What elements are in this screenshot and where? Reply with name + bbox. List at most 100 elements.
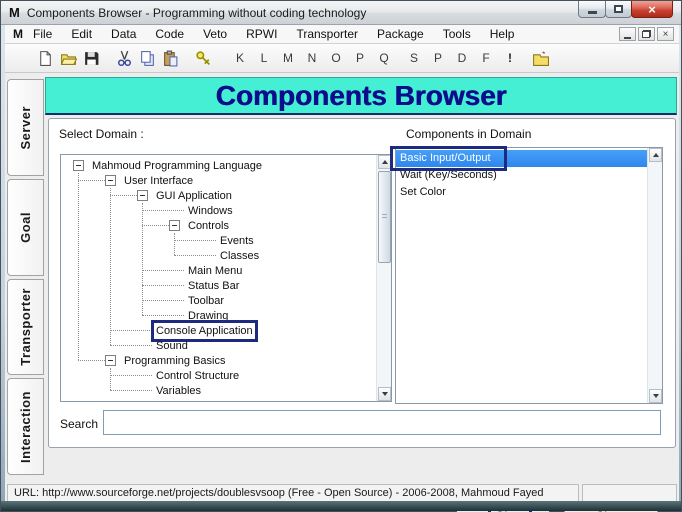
folder-icon[interactable] (532, 50, 549, 67)
tree-item[interactable]: Control Structure (61, 368, 376, 383)
components-list[interactable]: Basic Input/Output Wait (Key/Seconds) Se… (395, 147, 663, 404)
sidebar-tab-transporter[interactable]: Transporter (7, 279, 44, 376)
sidebar-tab-goal[interactable]: Goal (7, 179, 44, 276)
scroll-down-button[interactable] (378, 387, 391, 401)
paste-icon[interactable] (162, 50, 179, 67)
sidebar-tab-server-label: Server (18, 106, 33, 149)
tree-item[interactable]: Controls (61, 218, 376, 233)
toolbar-letter-q[interactable]: Q (372, 51, 396, 65)
toolbar-letter-p[interactable]: P (348, 51, 372, 65)
tree-item[interactable]: Sound (61, 338, 376, 353)
list-item-wait[interactable]: Wait (Key/Seconds) (396, 167, 647, 184)
toolbar-letter-f[interactable]: F (474, 51, 498, 65)
tree-collapse-icon[interactable] (169, 220, 180, 231)
sidebar-tab-interaction[interactable]: Interaction (7, 378, 44, 475)
maximize-button[interactable] (605, 1, 632, 18)
browser-panel: Select Domain : Components in Domain Mah… (48, 118, 676, 448)
key-icon[interactable] (195, 50, 212, 67)
tree-item-label: Status Bar (188, 280, 239, 292)
toolbar-exclamation[interactable]: ! (498, 51, 522, 65)
scroll-down-button[interactable] (649, 389, 662, 403)
list-scrollbar[interactable] (647, 148, 662, 403)
menu-transporter[interactable]: Transporter (296, 27, 358, 41)
tree-item[interactable]: GUI Application (61, 188, 376, 203)
toolbar-letter-d[interactable]: D (450, 51, 474, 65)
tree-item[interactable]: User Interface (61, 173, 376, 188)
toolbar-letter-k[interactable]: K (228, 51, 252, 65)
components-in-domain-label: Components in Domain (406, 127, 531, 141)
maximize-icon (614, 5, 623, 13)
tree-item-label: Events (220, 235, 254, 247)
tree-connector (142, 315, 184, 316)
cut-icon[interactable] (116, 50, 133, 67)
toolbar-letter-l[interactable]: L (252, 51, 276, 65)
statusbar-right-panel (582, 484, 677, 502)
tree-item[interactable]: Variables (61, 383, 376, 398)
tree-rows: Mahmoud Programming Language User Interf… (61, 155, 376, 401)
tree-item[interactable]: Main Menu (61, 263, 376, 278)
tree-item-root[interactable]: Mahmoud Programming Language (61, 158, 376, 173)
list-item-basic-input-output[interactable]: Basic Input/Output (396, 150, 647, 167)
toolbar-letter-o[interactable]: O (324, 51, 348, 65)
tree-item[interactable]: Toolbar (61, 293, 376, 308)
app-window: M Components Browser - Programming witho… (0, 0, 682, 512)
toolbar-letter-p2[interactable]: P (426, 51, 450, 65)
tree-item[interactable]: Classes (61, 248, 376, 263)
tree-item-label: User Interface (124, 175, 193, 187)
tree-item[interactable]: Status Bar (61, 278, 376, 293)
window-frame: M File Edit Data Code Veto RPWI Transpor… (5, 25, 679, 503)
new-file-icon[interactable] (37, 50, 54, 67)
sidebar-tabs: Server Goal Transporter Interaction (7, 79, 44, 475)
tree-collapse-icon[interactable] (137, 190, 148, 201)
tree-item[interactable]: Drawing (61, 308, 376, 323)
scroll-up-icon (653, 150, 659, 157)
toolbar: K L M N O P Q S P D F ! (5, 44, 679, 73)
tree-collapse-icon[interactable] (73, 160, 84, 171)
sidebar-tab-goal-label: Goal (18, 212, 33, 243)
tree-connector (142, 300, 184, 301)
mdi-close-button[interactable]: × (657, 27, 674, 41)
tree-item-label: Drawing (188, 310, 228, 322)
list-item-set-color[interactable]: Set Color (396, 184, 647, 201)
tree-item-label-annotated: Console Application (156, 325, 253, 337)
sidebar-tab-server[interactable]: Server (7, 79, 44, 176)
tree-item[interactable]: Events (61, 233, 376, 248)
menu-tools[interactable]: Tools (443, 27, 471, 41)
close-button[interactable]: × (631, 1, 673, 18)
save-icon[interactable] (83, 50, 100, 67)
menu-help[interactable]: Help (490, 27, 515, 41)
tree-collapse-icon[interactable] (105, 355, 116, 366)
menu-veto[interactable]: Veto (203, 27, 227, 41)
search-input[interactable] (103, 410, 661, 435)
scrollbar-thumb[interactable] (378, 171, 391, 263)
tree-item-console-application[interactable]: Console Application (61, 323, 376, 338)
scroll-up-button[interactable] (378, 155, 391, 169)
domain-tree[interactable]: Mahmoud Programming Language User Interf… (60, 154, 392, 402)
menubar: M File Edit Data Code Veto RPWI Transpor… (5, 25, 679, 44)
tree-item[interactable]: Programming Basics (61, 353, 376, 368)
menu-edit[interactable]: Edit (71, 27, 92, 41)
scroll-up-button[interactable] (649, 148, 662, 162)
toolbar-letter-m[interactable]: M (276, 51, 300, 65)
scroll-down-icon (653, 394, 659, 401)
tree-connector (110, 390, 152, 391)
tree-item-label: Mahmoud Programming Language (92, 160, 262, 172)
tree-item-label: Sound (156, 340, 188, 352)
open-folder-icon[interactable] (60, 50, 77, 67)
copy-icon[interactable] (139, 50, 156, 67)
tree-connector (142, 270, 184, 271)
minimize-button[interactable] (578, 1, 606, 18)
tree-scrollbar[interactable] (376, 155, 391, 401)
tree-collapse-icon[interactable] (105, 175, 116, 186)
mdi-minimize-button[interactable] (619, 27, 636, 41)
menu-data[interactable]: Data (111, 27, 136, 41)
tree-item[interactable]: Windows (61, 203, 376, 218)
mdi-restore-button[interactable] (638, 27, 655, 41)
toolbar-letter-n[interactable]: N (300, 51, 324, 65)
tree-item-label: Controls (188, 220, 229, 232)
toolbar-letter-s[interactable]: S (402, 51, 426, 65)
menu-package[interactable]: Package (377, 27, 424, 41)
menu-file[interactable]: File (33, 27, 52, 41)
menu-rpwi[interactable]: RPWI (246, 27, 277, 41)
menu-code[interactable]: Code (155, 27, 184, 41)
